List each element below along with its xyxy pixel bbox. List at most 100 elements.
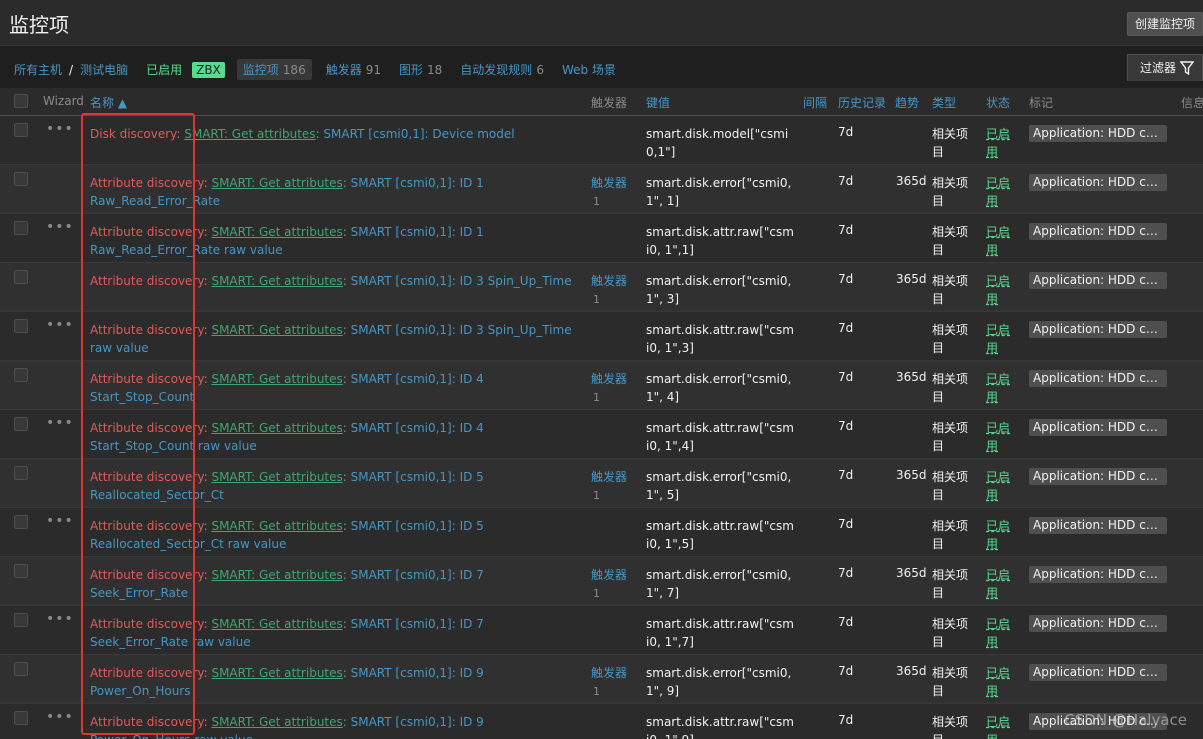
item-status-toggle[interactable]: 已启用 — [986, 321, 1014, 357]
lld-rule-link[interactable]: Attribute discovery — [90, 666, 204, 680]
item-actions-menu-icon[interactable]: ••• — [46, 710, 74, 724]
template-link[interactable]: SMART: Get attributes — [211, 519, 342, 533]
item-actions-menu-icon[interactable]: ••• — [46, 220, 74, 234]
item-status-toggle[interactable]: 已启用 — [986, 272, 1014, 308]
item-tag[interactable]: Application: HDD csmi... — [1029, 566, 1167, 583]
lld-rule-link[interactable]: Disk discovery — [90, 127, 176, 141]
breadcrumb-host[interactable]: 测试电脑 — [80, 61, 128, 78]
lld-rule-link[interactable]: Attribute discovery — [90, 323, 204, 337]
item-status-toggle[interactable]: 已启用 — [986, 517, 1014, 553]
row-checkbox[interactable] — [14, 613, 28, 627]
col-key-sort[interactable]: 键值 — [646, 94, 670, 111]
item-actions-menu-icon[interactable]: ••• — [46, 612, 74, 626]
item-tag[interactable]: Application: HDD csmi... — [1029, 517, 1167, 534]
item-status-toggle[interactable]: 已启用 — [986, 468, 1014, 504]
triggers-link[interactable]: 触发器 1 — [591, 272, 631, 309]
triggers-link[interactable]: 触发器 1 — [591, 174, 631, 211]
nav-tab-4[interactable]: Web 场景 — [562, 61, 616, 78]
host-nav-bar: 所有主机 / 测试电脑 已启用 ZBX 监控项 186 触发器 91 图形 18 自动发现规… — [0, 46, 1203, 88]
item-status-toggle[interactable]: 已启用 — [986, 125, 1014, 161]
item-status-toggle[interactable]: 已启用 — [986, 223, 1014, 259]
item-name-link[interactable]: SMART [csmi0,1]: ID 3 Spin_Up_Time — [351, 274, 572, 288]
item-status-toggle[interactable]: 已启用 — [986, 174, 1014, 210]
row-checkbox[interactable] — [14, 564, 28, 578]
item-actions-menu-icon[interactable]: ••• — [46, 416, 74, 430]
col-interval-sort[interactable]: 间隔 — [803, 94, 827, 111]
triggers-link[interactable]: 触发器 1 — [591, 370, 631, 407]
item-actions-menu-icon[interactable]: ••• — [46, 514, 74, 528]
col-trends-sort[interactable]: 趋势 — [895, 94, 919, 111]
nav-tab-3[interactable]: 自动发现规则 6 — [460, 61, 544, 78]
item-tag[interactable]: Application: HDD csmi... — [1029, 174, 1167, 191]
col-type-sort[interactable]: 类型 — [932, 94, 956, 111]
nav-tab-1[interactable]: 触发器 91 — [326, 61, 381, 78]
lld-rule-link[interactable]: Attribute discovery — [90, 470, 204, 484]
nav-tab-2[interactable]: 图形 18 — [399, 61, 442, 78]
create-item-button[interactable]: 创建监控项 — [1127, 12, 1203, 36]
item-tag[interactable]: Application: HDD csmi... — [1029, 223, 1167, 240]
row-checkbox[interactable] — [14, 515, 28, 529]
item-actions-menu-icon[interactable]: ••• — [46, 122, 74, 136]
template-link[interactable]: SMART: Get attributes — [211, 568, 342, 582]
item-tag[interactable]: Application: HDD csmi... — [1029, 615, 1167, 632]
filter-toggle-button[interactable]: 过滤器 — [1127, 54, 1203, 81]
nav-tab-0[interactable]: 监控项 186 — [236, 59, 312, 80]
row-checkbox[interactable] — [14, 662, 28, 676]
item-status-toggle[interactable]: 已启用 — [986, 713, 1014, 739]
row-checkbox[interactable] — [14, 368, 28, 382]
name-separator: : — [342, 666, 351, 680]
template-link[interactable]: SMART: Get attributes — [184, 127, 315, 141]
triggers-link[interactable]: 触发器 1 — [591, 566, 631, 603]
template-link[interactable]: SMART: Get attributes — [211, 225, 342, 239]
row-checkbox[interactable] — [14, 270, 28, 284]
item-tag[interactable]: Application: HDD csmi... — [1029, 664, 1167, 681]
template-link[interactable]: SMART: Get attributes — [211, 617, 342, 631]
item-key: smart.disk.model["csmi0,1"] — [646, 127, 789, 159]
item-tag[interactable]: Application: HDD csmi... — [1029, 125, 1167, 142]
row-checkbox[interactable] — [14, 319, 28, 333]
col-name-sort[interactable]: 名称 ▲ — [90, 94, 127, 111]
item-tag[interactable]: Application: HDD csmi... — [1029, 419, 1167, 436]
lld-rule-link[interactable]: Attribute discovery — [90, 421, 204, 435]
item-status-toggle[interactable]: 已启用 — [986, 370, 1014, 406]
row-checkbox[interactable] — [14, 466, 28, 480]
template-link[interactable]: SMART: Get attributes — [211, 666, 342, 680]
nav-tabs: 监控项 186 触发器 91 图形 18 自动发现规则 6 Web 场景 — [236, 59, 634, 80]
template-link[interactable]: SMART: Get attributes — [211, 715, 342, 729]
template-link[interactable]: SMART: Get attributes — [211, 372, 342, 386]
row-checkbox[interactable] — [14, 221, 28, 235]
item-tag[interactable]: Application: HDD csmi... — [1029, 321, 1167, 338]
template-link[interactable]: SMART: Get attributes — [211, 323, 342, 337]
lld-rule-link[interactable]: Attribute discovery — [90, 568, 204, 582]
row-checkbox[interactable] — [14, 172, 28, 186]
lld-rule-link[interactable]: Attribute discovery — [90, 715, 204, 729]
lld-rule-link[interactable]: Attribute discovery — [90, 372, 204, 386]
item-tag[interactable]: Application: HDD csmi... — [1029, 468, 1167, 485]
row-checkbox[interactable] — [14, 711, 28, 725]
template-link[interactable]: SMART: Get attributes — [211, 470, 342, 484]
item-actions-menu-icon[interactable]: ••• — [46, 318, 74, 332]
template-link[interactable]: SMART: Get attributes — [211, 176, 342, 190]
row-checkbox[interactable] — [14, 123, 28, 137]
breadcrumb-all-hosts[interactable]: 所有主机 — [14, 61, 62, 78]
item-status-toggle[interactable]: 已启用 — [986, 615, 1014, 651]
item-tag[interactable]: Application: HDD csmi... — [1029, 272, 1167, 289]
item-tag[interactable]: Application: HDD csmi... — [1029, 370, 1167, 387]
col-history-sort[interactable]: 历史记录 — [838, 94, 886, 111]
select-all-checkbox[interactable] — [14, 94, 28, 108]
item-status-toggle[interactable]: 已启用 — [986, 419, 1014, 455]
col-status-sort[interactable]: 状态 — [986, 94, 1010, 111]
template-link[interactable]: SMART: Get attributes — [211, 421, 342, 435]
lld-rule-link[interactable]: Attribute discovery — [90, 274, 204, 288]
lld-rule-link[interactable]: Attribute discovery — [90, 176, 204, 190]
item-name-link[interactable]: SMART [csmi0,1]: Device model — [323, 127, 514, 141]
item-status-toggle[interactable]: 已启用 — [986, 566, 1014, 602]
item-status-toggle[interactable]: 已启用 — [986, 664, 1014, 700]
triggers-link[interactable]: 触发器 1 — [591, 468, 631, 505]
lld-rule-link[interactable]: Attribute discovery — [90, 617, 204, 631]
template-link[interactable]: SMART: Get attributes — [211, 274, 342, 288]
triggers-link[interactable]: 触发器 1 — [591, 664, 631, 701]
lld-rule-link[interactable]: Attribute discovery — [90, 225, 204, 239]
row-checkbox[interactable] — [14, 417, 28, 431]
lld-rule-link[interactable]: Attribute discovery — [90, 519, 204, 533]
